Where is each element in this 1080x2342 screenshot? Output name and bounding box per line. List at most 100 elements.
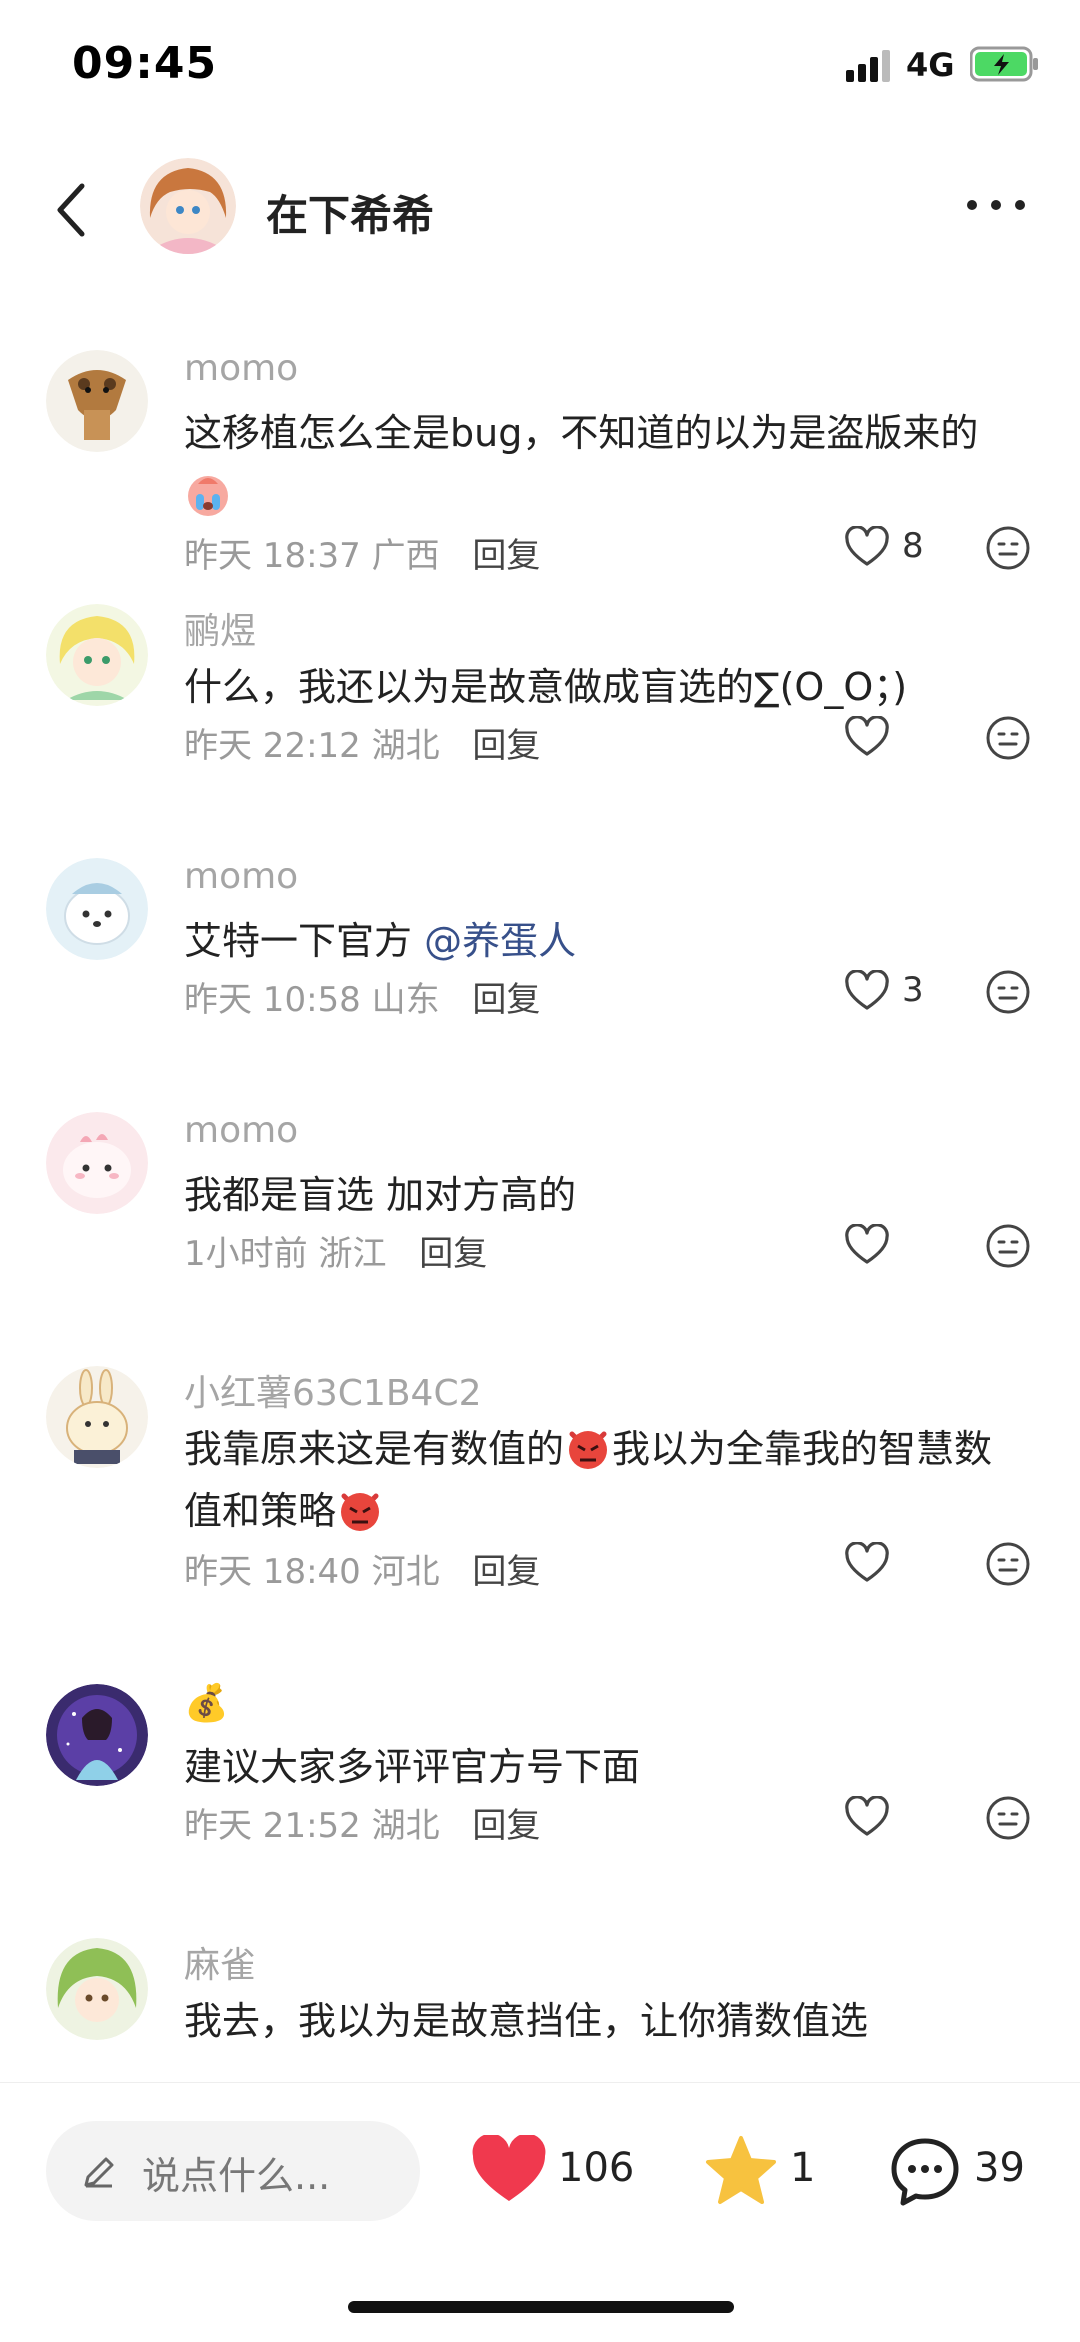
comment-time: 昨天 21:52 — [184, 1806, 361, 1846]
meh-face-icon[interactable] — [984, 714, 1032, 762]
comment-item: 麻雀 我去，我以为是故意挡住，让你猜数值选 — [0, 1918, 1080, 2082]
like-button[interactable]: 8 — [844, 522, 954, 572]
comment-item: momo 艾特一下官方 @养蛋人 昨天 10:58 山东 回复 3 — [0, 838, 1080, 1092]
heart-outline-icon — [845, 716, 889, 756]
comment-time: 昨天 22:12 — [184, 726, 361, 766]
reply-button[interactable]: 回复 — [472, 726, 540, 766]
battery-icon — [970, 46, 1038, 82]
comment-time: 1小时前 — [184, 1234, 308, 1274]
comment-text: 我去，我以为是故意挡住，让你猜数值选 — [184, 1999, 869, 2043]
star-filled-icon — [706, 2136, 776, 2204]
favorite-count: 1 — [790, 2145, 816, 2191]
heart-outline-icon — [845, 1542, 889, 1582]
heart-outline-icon — [845, 1796, 889, 1836]
top-nav: 在下希希 — [0, 150, 1080, 270]
comment-meta: 昨天 18:37 广西 回复 — [184, 528, 540, 577]
favorite-button[interactable]: 1 — [704, 2127, 824, 2217]
comment-text: 我靠原来这是有数值的 我以为全靠我的智慧数值和策略 — [184, 1418, 1024, 1542]
comment-location: 广西 — [371, 536, 440, 576]
status-bar: 09:45 4G — [0, 0, 1080, 130]
author-avatar[interactable] — [140, 158, 236, 254]
comment-time: 昨天 18:37 — [184, 536, 361, 576]
user-avatar[interactable] — [46, 1938, 148, 2040]
user-avatar[interactable] — [46, 604, 148, 706]
like-button[interactable]: 3 — [844, 966, 954, 1016]
comment-text: 艾特一下官方 @养蛋人 — [184, 919, 577, 963]
user-name[interactable]: momo — [184, 348, 298, 389]
meh-face-icon[interactable] — [984, 1540, 1032, 1588]
comment-location: 山东 — [371, 980, 440, 1020]
like-button[interactable] — [844, 1220, 954, 1270]
comment-item: 小红薯63C1B4C2 我靠原来这是有数值的 我以为全靠我的智慧数值和策略 昨天 … — [0, 1346, 1080, 1664]
network-label: 4G — [906, 46, 955, 84]
heart-filled-icon — [472, 2135, 546, 2201]
signal-icon — [846, 50, 890, 82]
user-name[interactable]: momo — [184, 856, 298, 897]
user-name[interactable]: 小红薯63C1B4C2 — [184, 1364, 482, 1416]
comment-text: 我都是盲选 加对方高的 — [184, 1173, 577, 1217]
comment-meta: 昨天 10:58 山东 回复 — [184, 972, 540, 1021]
comment-count: 39 — [974, 2145, 1025, 2191]
mention-link[interactable]: @养蛋人 — [424, 919, 576, 963]
comment-meta: 昨天 21:52 湖北 回复 — [184, 1798, 540, 1847]
heart-outline-icon — [845, 526, 889, 566]
reply-button[interactable]: 回复 — [472, 1552, 540, 1592]
comment-location: 河北 — [371, 1552, 440, 1592]
comment-input[interactable]: 说点什么... — [46, 2121, 420, 2221]
user-avatar[interactable] — [46, 1684, 148, 1786]
comment-location: 浙江 — [318, 1234, 387, 1274]
like-button[interactable] — [844, 712, 954, 762]
comment-item: momo 这移植怎么全是bug，不知道的以为是盗版来的 昨天 18:37 广西 … — [0, 330, 1080, 584]
comment-text: 这移植怎么全是bug，不知道的以为是盗版来的 — [184, 402, 1024, 526]
heart-outline-icon — [845, 1224, 889, 1264]
comment-item: momo 我都是盲选 加对方高的 1小时前 浙江 回复 — [0, 1092, 1080, 1346]
user-avatar[interactable] — [46, 1112, 148, 1214]
user-avatar[interactable] — [46, 1366, 148, 1468]
chat-bubble-icon — [891, 2138, 959, 2206]
user-name[interactable]: 💰 — [184, 1682, 229, 1724]
like-count: 8 — [902, 526, 924, 566]
heart-outline-icon — [845, 970, 889, 1010]
like-button[interactable] — [844, 1792, 954, 1842]
comment-meta: 昨天 18:40 河北 回复 — [184, 1544, 540, 1593]
comment-text: 什么，我还以为是故意做成盲选的∑(O_O；) — [184, 665, 908, 709]
meh-face-icon[interactable] — [984, 968, 1032, 1016]
meh-face-icon[interactable] — [984, 1222, 1032, 1270]
comment-location: 湖北 — [371, 726, 440, 766]
meh-face-icon[interactable] — [984, 524, 1032, 572]
pencil-icon — [84, 2157, 114, 2188]
home-indicator — [348, 2301, 734, 2313]
user-avatar[interactable] — [46, 858, 148, 960]
comment-meta: 昨天 22:12 湖北 回复 — [184, 718, 540, 767]
comment-list: momo 这移植怎么全是bug，不知道的以为是盗版来的 昨天 18:37 广西 … — [0, 330, 1080, 2082]
user-avatar[interactable] — [46, 350, 148, 452]
comment-item: 鹂煜 什么，我还以为是故意做成盲选的∑(O_O；) 昨天 22:12 湖北 回复 — [0, 584, 1080, 838]
comment-time: 昨天 10:58 — [184, 980, 361, 1020]
user-name[interactable]: 鹂煜 — [184, 602, 256, 654]
crying-emoji-icon — [188, 476, 228, 516]
user-name[interactable]: 麻雀 — [184, 1936, 256, 1988]
reply-button[interactable]: 回复 — [472, 1806, 540, 1846]
angry-devil-emoji-icon — [569, 1431, 608, 1469]
comment-time: 昨天 18:40 — [184, 1552, 361, 1592]
reply-button[interactable]: 回复 — [419, 1234, 487, 1274]
more-icon[interactable] — [962, 190, 1030, 220]
comment-location: 湖北 — [371, 1806, 440, 1846]
back-arrow-icon[interactable] — [52, 180, 92, 240]
comment-count-button[interactable]: 39 — [888, 2127, 1038, 2217]
bottom-action-bar: 说点什么... 106 1 39 — [0, 2082, 1080, 2342]
comment-meta: 1小时前 浙江 回复 — [184, 1226, 487, 1275]
like-button[interactable] — [844, 1538, 954, 1588]
like-post-button[interactable]: 106 — [470, 2127, 640, 2217]
like-count: 3 — [902, 970, 924, 1010]
comment-input-placeholder: 说点什么... — [142, 2154, 331, 2198]
status-time: 09:45 — [72, 38, 218, 89]
author-name[interactable]: 在下希希 — [266, 182, 434, 243]
like-count-total: 106 — [558, 2145, 635, 2191]
meh-face-icon[interactable] — [984, 1794, 1032, 1842]
comment-text: 建议大家多评评官方号下面 — [184, 1745, 641, 1789]
angry-devil-emoji-icon — [341, 1493, 380, 1531]
reply-button[interactable]: 回复 — [472, 980, 540, 1020]
reply-button[interactable]: 回复 — [472, 536, 540, 576]
user-name[interactable]: momo — [184, 1110, 298, 1151]
